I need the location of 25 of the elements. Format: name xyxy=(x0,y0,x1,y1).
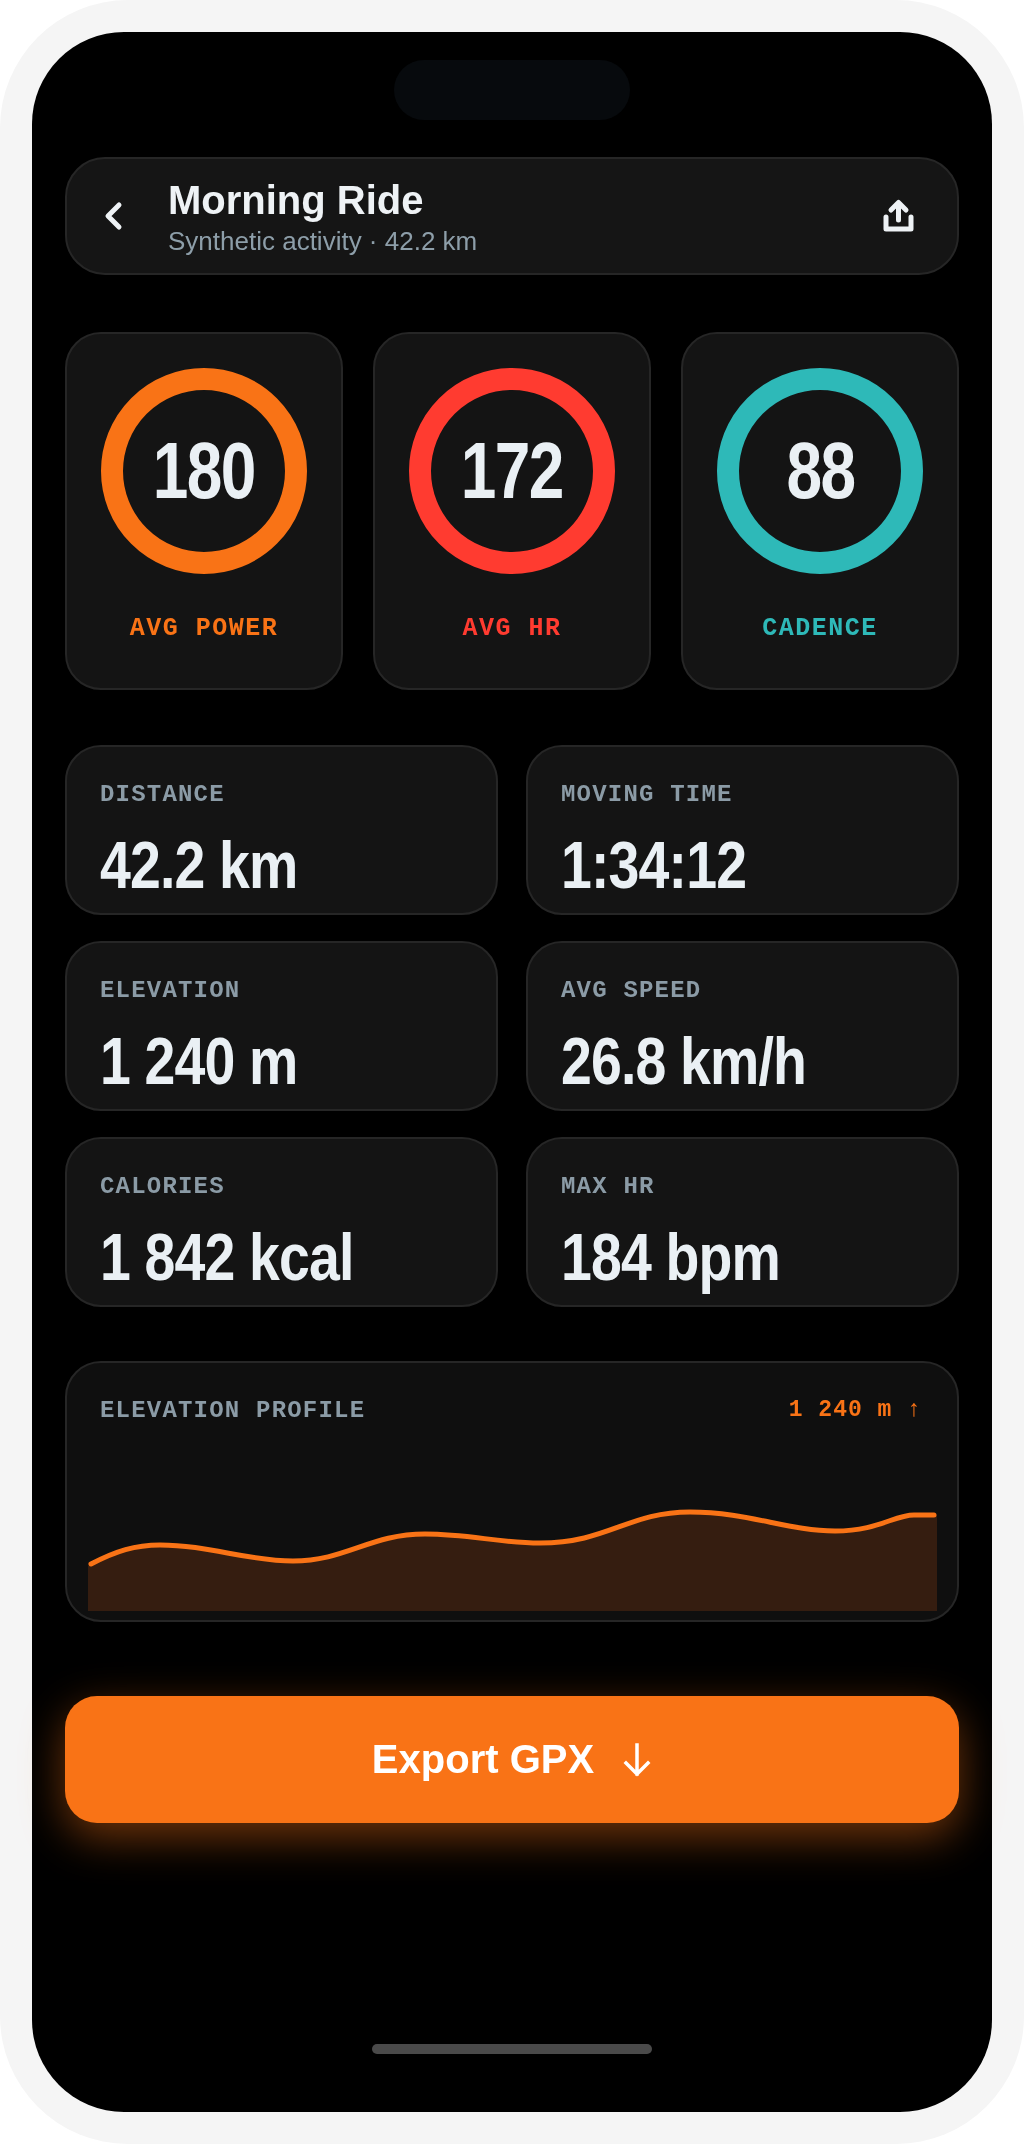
metric-label: AVG HR xyxy=(462,614,562,644)
metric-value: 88 xyxy=(786,429,854,513)
export-button[interactable]: Export GPX xyxy=(65,1696,959,1823)
stat-label: CALORIES xyxy=(100,1172,225,1201)
stat-value: 1 842 kcal xyxy=(100,1224,354,1290)
stat-value: 26.8 km/h xyxy=(561,1028,807,1094)
arrow-down-icon xyxy=(622,1741,653,1778)
stat-label: ELEVATION xyxy=(100,976,241,1005)
stat-value: 42.2 km xyxy=(100,832,298,898)
metric-value: 180 xyxy=(153,429,255,513)
stat-label: AVG SPEED xyxy=(561,976,702,1005)
stat-value: 1 240 m xyxy=(100,1028,298,1094)
stat-value: 1:34:12 xyxy=(561,832,747,898)
stat-label: MOVING TIME xyxy=(561,780,733,809)
metric-label: CADENCE xyxy=(762,614,878,644)
share-icon[interactable] xyxy=(882,198,915,234)
chart-title: ELEVATION PROFILE xyxy=(100,1396,366,1425)
screen-subtitle: Synthetic activity · 42.2 km xyxy=(168,225,478,256)
screen-title: Morning Ride xyxy=(168,176,424,223)
elevation-gain: 1 240 m ↑ xyxy=(788,1396,922,1425)
back-icon[interactable] xyxy=(103,201,123,231)
metric-label: AVG POWER xyxy=(129,614,279,644)
stat-label: DISTANCE xyxy=(100,780,225,809)
stat-label: MAX HR xyxy=(561,1172,655,1201)
metric-value: 172 xyxy=(461,429,563,513)
